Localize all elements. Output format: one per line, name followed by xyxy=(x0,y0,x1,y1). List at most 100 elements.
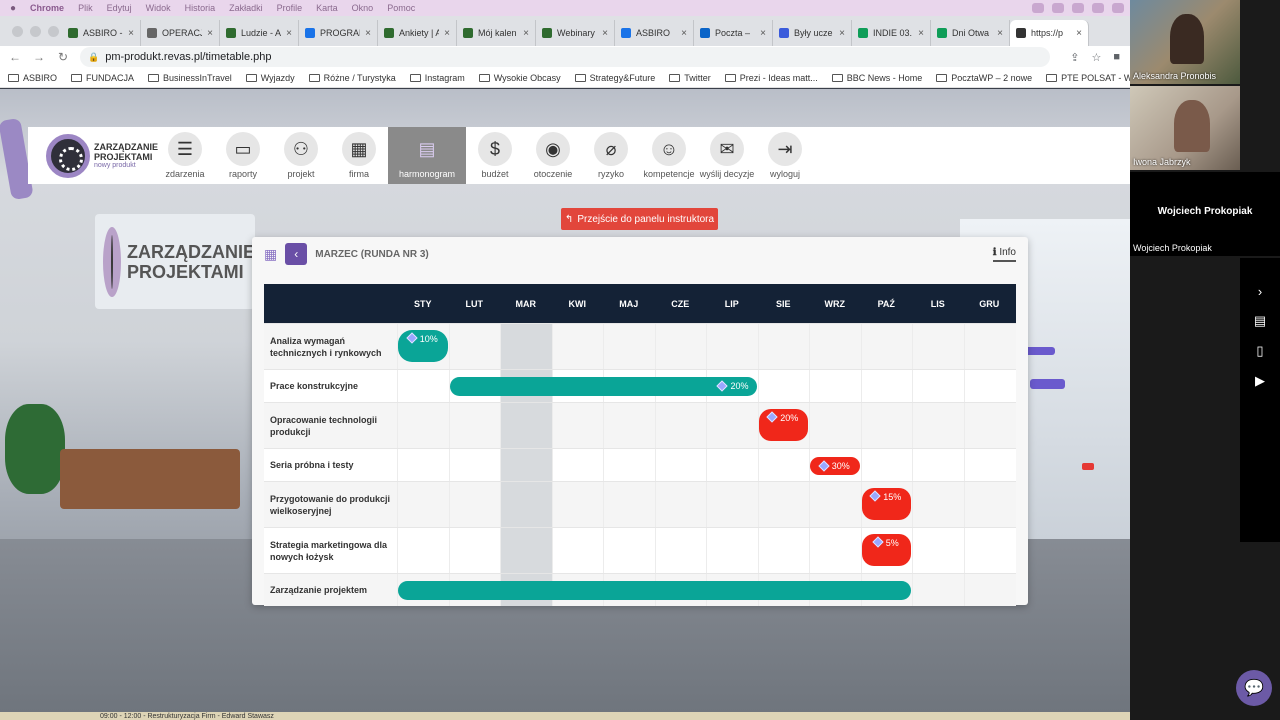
menu-edit[interactable]: Edytuj xyxy=(107,3,132,13)
close-window-icon[interactable] xyxy=(12,25,23,37)
pdf-icon[interactable]: ▯ xyxy=(1256,343,1263,359)
bookmark-item[interactable]: Prezi - Ideas matt... xyxy=(724,72,818,83)
share-icon[interactable]: ⇪ xyxy=(1070,51,1079,64)
nav-item-wyślij-decyzje[interactable]: ✉ wyślij decyzje xyxy=(698,127,756,184)
menu-window[interactable]: Okno xyxy=(352,3,374,13)
tray-icon[interactable] xyxy=(1072,3,1084,13)
menu-tab[interactable]: Karta xyxy=(316,3,338,13)
bookmark-item[interactable]: BBC News - Home xyxy=(831,73,922,83)
browser-tab[interactable]: INDIE 03. × xyxy=(852,20,931,46)
close-tab-icon[interactable]: × xyxy=(444,28,450,39)
browser-tab[interactable]: Dni Otwa × xyxy=(931,20,1010,46)
bookmark-item[interactable]: BusinessInTravel xyxy=(148,73,232,83)
menu-view[interactable]: Widok xyxy=(146,3,171,13)
tab-label: Dni Otwa xyxy=(952,28,990,38)
browser-tab[interactable]: OPERACJ × xyxy=(141,20,220,46)
nav-item-projekt[interactable]: ⚇ projekt xyxy=(272,127,330,184)
browser-tab[interactable]: https://p × xyxy=(1010,20,1089,46)
task-bar[interactable]: 20% xyxy=(758,409,808,441)
url-field[interactable]: 🔒 pm-produkt.revas.pl/timetable.php xyxy=(80,47,1051,67)
menu-help[interactable]: Pomoc xyxy=(387,3,415,13)
browser-tab[interactable]: Ankiety | A × xyxy=(378,20,457,46)
tray-icon[interactable] xyxy=(1112,3,1124,13)
task-bar[interactable]: 5% xyxy=(861,534,911,566)
task-bar[interactable]: 30% xyxy=(810,457,860,475)
back-icon[interactable]: ← xyxy=(8,50,22,64)
nav-item-ryzyko[interactable]: ⌀ ryzyko xyxy=(582,127,640,184)
chat-button[interactable]: 💬 xyxy=(1236,670,1272,706)
close-tab-icon[interactable]: × xyxy=(365,28,371,39)
close-tab-icon[interactable]: × xyxy=(760,28,766,39)
browser-tab[interactable]: ASBIRO - × xyxy=(62,20,141,46)
close-tab-icon[interactable]: × xyxy=(128,28,134,39)
close-tab-icon[interactable]: × xyxy=(839,28,845,39)
tray-icon[interactable] xyxy=(1052,3,1064,13)
maximize-window-icon[interactable] xyxy=(48,25,59,37)
tab-label: ASBIRO xyxy=(636,28,671,38)
task-bar[interactable]: 15% xyxy=(861,488,911,520)
menu-app-name[interactable]: Chrome xyxy=(30,3,64,13)
bookmark-item[interactable]: FUNDACJA xyxy=(71,73,134,83)
browser-tab[interactable]: Były ucze × xyxy=(773,20,852,46)
nav-item-zdarzenia[interactable]: ☰ zdarzenia xyxy=(156,127,214,184)
document-icon[interactable]: ▤ xyxy=(1254,313,1266,329)
nav-item-otoczenie[interactable]: ◉ otoczenie xyxy=(524,127,582,184)
close-tab-icon[interactable]: × xyxy=(523,28,529,39)
bookmark-item[interactable]: ASBIRO xyxy=(8,73,57,83)
app-brand[interactable]: ZARZĄDZANIE PROJEKTAMI nowy produkt xyxy=(28,127,158,184)
participant-video[interactable]: Iwona Jabrzyk xyxy=(1130,86,1240,170)
close-tab-icon[interactable]: × xyxy=(997,28,1003,39)
minimize-window-icon[interactable] xyxy=(30,25,41,37)
participant-video[interactable]: Wojciech Prokopiak Wojciech Prokopiak xyxy=(1130,172,1280,256)
task-bar[interactable]: 20% xyxy=(449,376,757,396)
chevron-right-icon[interactable]: › xyxy=(1258,284,1262,299)
bookmark-item[interactable]: PTE POLSAT - Wit... xyxy=(1046,73,1130,83)
bookmark-item[interactable]: Wyjazdy xyxy=(245,73,295,83)
bookmark-label: Prezi - Ideas matt... xyxy=(739,72,818,83)
browser-tab[interactable]: ASBIRO × xyxy=(615,20,694,46)
bookmark-item[interactable]: Instagram xyxy=(409,73,465,83)
task-bar[interactable]: 10% xyxy=(398,330,448,362)
browser-tab[interactable]: Mój kalen × xyxy=(457,20,536,46)
previous-round-button[interactable]: ‹ xyxy=(285,243,308,265)
bookmark-item[interactable]: Strategy&Future xyxy=(574,73,655,83)
menu-history[interactable]: Historia xyxy=(185,3,216,13)
nav-item-firma[interactable]: ▦ firma xyxy=(330,127,388,184)
nav-item-kompetencje[interactable]: ☺ kompetencje xyxy=(640,127,698,184)
video-icon[interactable]: ▶ xyxy=(1255,373,1265,389)
browser-tab[interactable]: Webinary × xyxy=(536,20,615,46)
forward-icon[interactable]: → xyxy=(32,50,46,64)
menu-bookmarks[interactable]: Zakładki xyxy=(229,3,263,13)
nav-item-raporty[interactable]: ▭ raporty xyxy=(214,127,272,184)
bookmark-item[interactable]: PocztaWP – 2 nowe xyxy=(936,73,1032,83)
tray-icon[interactable] xyxy=(1092,3,1104,13)
nav-item-harmonogram[interactable]: ▤ harmonogram xyxy=(388,127,466,184)
favicon-icon xyxy=(542,28,552,38)
menu-profiles[interactable]: Profile xyxy=(277,3,303,13)
nav-item-budżet[interactable]: $ budżet xyxy=(466,127,524,184)
nav-item-wyloguj[interactable]: ⇥ wyloguj xyxy=(756,127,814,184)
info-tab[interactable]: ℹ Info xyxy=(992,247,1016,262)
close-tab-icon[interactable]: × xyxy=(918,28,924,39)
extension-icon[interactable]: ■ xyxy=(1113,51,1120,64)
menu-file[interactable]: Plik xyxy=(78,3,93,13)
close-tab-icon[interactable]: × xyxy=(602,28,608,39)
browser-tab[interactable]: Poczta – × xyxy=(694,20,773,46)
bookmark-item[interactable]: Wysokie Obcasy xyxy=(478,73,561,83)
calendar-event[interactable]: 09:00 - 12:00 - Restrukturyzacja Firm - … xyxy=(100,713,274,720)
star-icon[interactable]: ☆ xyxy=(1091,51,1101,64)
instructor-panel-button[interactable]: ↰ Przejście do panelu instruktora xyxy=(561,208,718,230)
reload-icon[interactable]: ↻ xyxy=(56,50,70,64)
bookmark-item[interactable]: Twitter xyxy=(669,73,711,83)
apple-icon[interactable]: ● xyxy=(10,3,16,14)
close-tab-icon[interactable]: × xyxy=(681,28,687,39)
task-bar[interactable] xyxy=(398,580,911,600)
browser-tab[interactable]: Ludzie - A × xyxy=(220,20,299,46)
close-tab-icon[interactable]: × xyxy=(207,28,213,39)
participant-video[interactable]: Aleksandra Pronobis xyxy=(1130,0,1240,84)
tray-icon[interactable] xyxy=(1032,3,1044,13)
browser-tab[interactable]: PROGRAM × xyxy=(299,20,378,46)
bookmark-item[interactable]: Różne / Turystyka xyxy=(308,73,396,83)
close-tab-icon[interactable]: × xyxy=(286,28,292,39)
close-tab-icon[interactable]: × xyxy=(1076,28,1082,39)
